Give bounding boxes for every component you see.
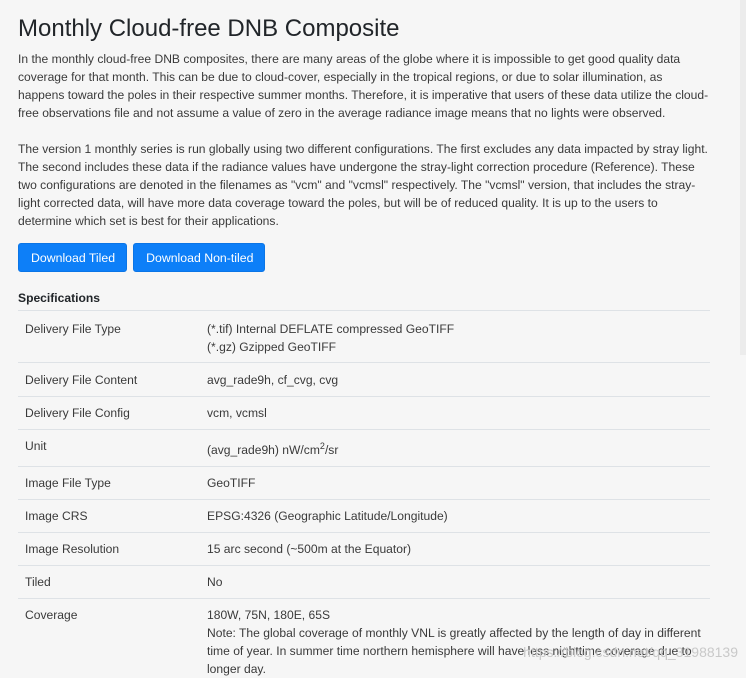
spec-value-line: 180W, 75N, 180E, 65S (207, 608, 331, 623)
table-row: Tiled No (18, 565, 710, 599)
config-paragraph: The version 1 monthly series is run glob… (18, 142, 708, 228)
spec-value: GeoTIFF (207, 466, 710, 500)
spec-value: vcm, vcmsl (207, 396, 710, 430)
spec-key: Image CRS (18, 499, 207, 533)
specifications-heading: Specifications (18, 291, 100, 305)
table-row: Delivery File Type (*.tif) Internal DEFL… (18, 310, 710, 363)
spec-value: EPSG:4326 (Geographic Latitude/Longitude… (207, 499, 710, 533)
intro-paragraph: In the monthly cloud-free DNB composites… (18, 52, 709, 120)
table-row: Delivery File Config vcm, vcmsl (18, 396, 710, 430)
table-row: Image File Type GeoTIFF (18, 466, 710, 500)
spec-key: Coverage (18, 598, 207, 678)
spec-key: Delivery File Config (18, 396, 207, 430)
spec-value: (avg_rade9h) nW/cm2/sr (207, 428, 710, 467)
spec-value: avg_rade9h, cf_cvg, cvg (207, 362, 710, 397)
spec-key: Tiled (18, 565, 207, 599)
table-row: Image CRS EPSG:4326 (Geographic Latitude… (18, 499, 710, 533)
spec-value: 15 arc second (~500m at the Equator) (207, 532, 710, 566)
watermark: https://blog.csdn.net/qq_31988139 (523, 644, 738, 660)
unit-text: (avg_rade9h) nW/cm (207, 443, 320, 458)
specifications-table: Delivery File Type (*.tif) Internal DEFL… (18, 310, 710, 678)
spec-value-line: (*.tif) Internal DEFLATE compressed GeoT… (207, 322, 455, 336)
spec-key: Delivery File Content (18, 362, 207, 397)
table-row: Image Resolution 15 arc second (~500m at… (18, 532, 710, 566)
spec-key: Image Resolution (18, 532, 207, 566)
spec-value: (*.tif) Internal DEFLATE compressed GeoT… (207, 310, 710, 363)
spec-value-line: (*.gz) Gzipped GeoTIFF (207, 340, 337, 354)
table-row: Coverage 180W, 75N, 180E, 65S Note: The … (18, 598, 710, 678)
page-title: Monthly Cloud-free DNB Composite (18, 15, 400, 42)
spec-key: Delivery File Type (18, 310, 207, 363)
main-content: Monthly Cloud-free DNB Composite In the … (18, 14, 710, 678)
download-tiled-button[interactable]: Download Tiled (18, 243, 128, 272)
spec-key: Unit (18, 428, 207, 467)
table-row: Unit (avg_rade9h) nW/cm2/sr (18, 428, 710, 467)
unit-suffix: /sr (324, 443, 339, 458)
table-row: Delivery File Content avg_rade9h, cf_cvg… (18, 362, 710, 397)
spec-key: Image File Type (18, 466, 207, 500)
scrollbar-track[interactable] (740, 0, 746, 355)
spec-value: 180W, 75N, 180E, 65S Note: The global co… (207, 598, 710, 678)
download-non-tiled-button[interactable]: Download Non-tiled (133, 243, 266, 272)
spec-value: No (207, 565, 710, 599)
download-buttons: Download Tiled Download Non-tiled (18, 243, 710, 272)
